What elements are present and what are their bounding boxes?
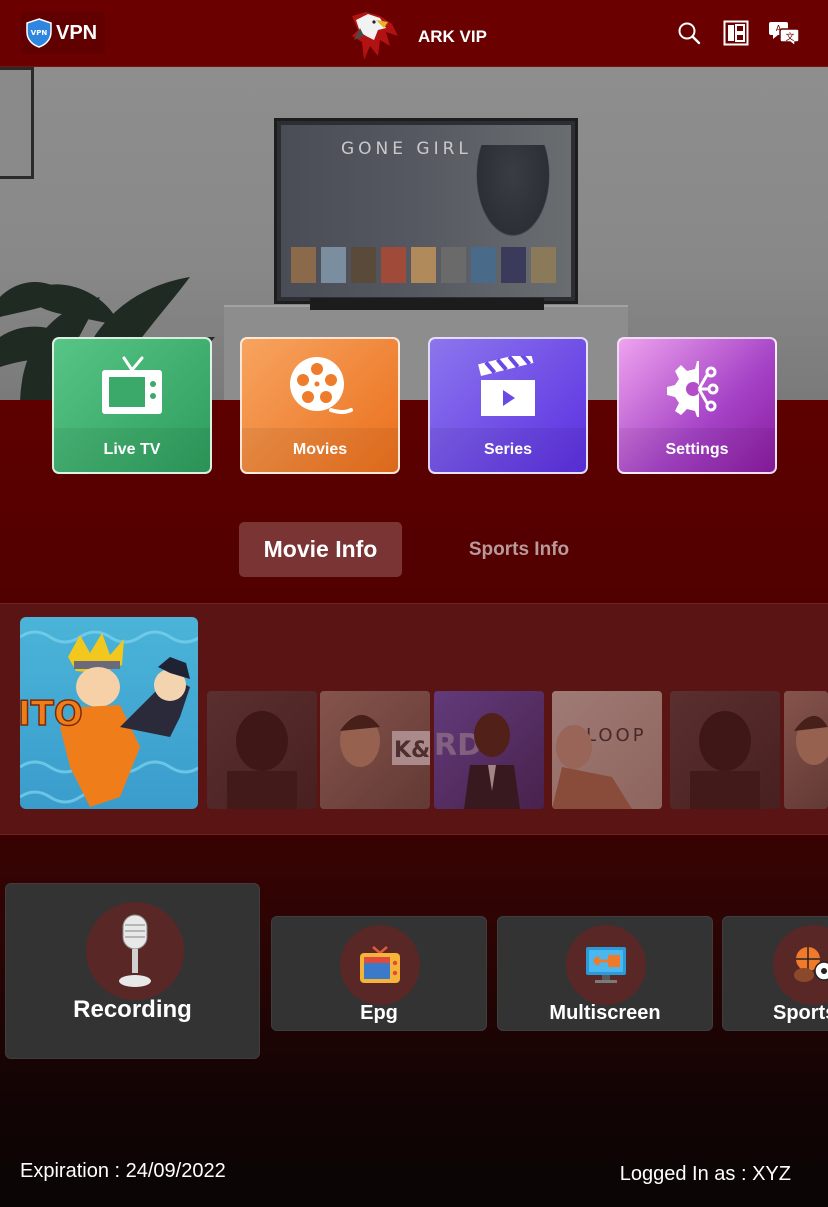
tv-stand [310, 298, 544, 310]
wall-frame [0, 67, 34, 179]
series-tile[interactable]: Series [428, 337, 588, 474]
vpn-label: VPN [56, 21, 98, 44]
tv-image: GONE GIRL [274, 118, 578, 304]
eagle-logo [352, 12, 398, 60]
vpn-shield-text: VPN [31, 29, 48, 37]
settings-label: Settings [619, 428, 775, 472]
expiration-text: Expiration : 24/09/2022 [20, 1160, 226, 1182]
translate-glyph-a: A [776, 24, 782, 33]
recording-label: Recording [73, 996, 192, 1023]
poster-item[interactable] [670, 691, 780, 809]
epg-card[interactable]: Epg [271, 916, 487, 1031]
sports-label: Sports [773, 1002, 828, 1024]
gear-network-icon [667, 361, 719, 417]
film-reel-icon [290, 357, 353, 414]
recording-card[interactable]: Recording [5, 883, 260, 1059]
live-tv-tile[interactable]: Live TV [52, 337, 212, 474]
poster-caption: ITO [20, 694, 83, 734]
language-button[interactable]: 文 A [768, 18, 802, 48]
live-tv-label: Live TV [54, 428, 210, 472]
settings-tile[interactable]: Settings [617, 337, 777, 474]
multiscreen-card[interactable]: Multiscreen [497, 916, 713, 1031]
app-title: ARK VIP [418, 27, 487, 46]
featured-poster[interactable]: ITO [20, 617, 198, 809]
tv-icon [102, 356, 162, 414]
series-label: Series [430, 428, 586, 472]
tv-screen-title: GONE GIRL [341, 139, 472, 159]
translate-glyph: 文 [785, 31, 794, 43]
top-bar: VPN VPN ARK VIP 文 A [0, 0, 828, 67]
poster-item[interactable]: K& [320, 691, 430, 809]
sports-card[interactable]: Sports [722, 916, 828, 1031]
poster-item[interactable]: RD [434, 691, 544, 809]
tv-thumbnails [291, 247, 556, 283]
movies-label: Movies [242, 428, 398, 472]
layout-grid-icon [723, 20, 749, 46]
sports-balls-icon [794, 947, 828, 982]
search-button[interactable] [672, 18, 706, 48]
monitor-icon [586, 947, 626, 983]
layout-button[interactable] [719, 18, 753, 48]
movies-tile[interactable]: Movies [240, 337, 400, 474]
tv-person-silhouette [471, 145, 555, 245]
tab-sports-info[interactable]: Sports Info [445, 522, 593, 577]
microphone-icon [119, 914, 151, 987]
anime-poster-art: ITO [20, 630, 198, 807]
epg-label: Epg [360, 1002, 398, 1024]
vpn-button[interactable]: VPN VPN [21, 12, 105, 54]
clapperboard-icon [478, 356, 535, 416]
poster-item[interactable]: LOOP [552, 691, 662, 809]
search-icon [678, 22, 701, 45]
poster-item[interactable] [207, 691, 317, 809]
poster-item[interactable] [784, 691, 828, 809]
multiscreen-label: Multiscreen [549, 1002, 661, 1024]
translate-icon: 文 A [769, 22, 800, 47]
shield-icon: VPN [26, 18, 52, 48]
tv-guide-icon [360, 946, 400, 983]
tab-movie-info[interactable]: Movie Info [239, 522, 402, 577]
logged-in-text: Logged In as : XYZ [619, 1163, 791, 1185]
